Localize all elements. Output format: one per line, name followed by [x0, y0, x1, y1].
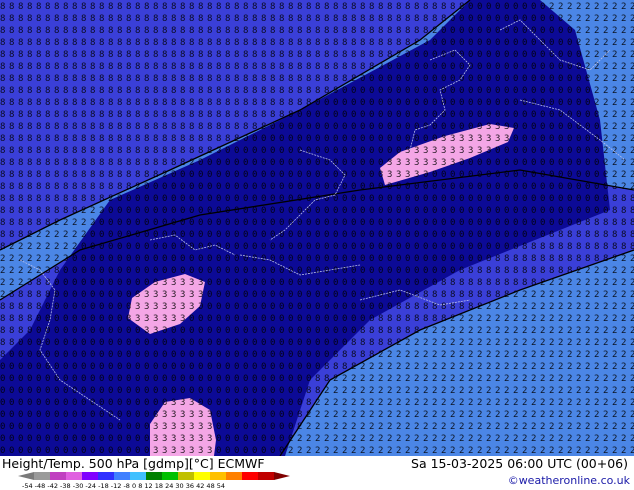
legend-tick-labels: -54 -48 -42 -38 -30 -24 -18 -12 -8 0 8 1… [22, 482, 226, 490]
map-title: Height/Temp. 500 hPa [gdmp][°C] ECMWF [2, 456, 265, 471]
legend-swatch [242, 472, 259, 480]
legend-arrow-low [18, 472, 34, 480]
color-scale-legend [18, 472, 290, 480]
legend-swatch [98, 472, 115, 480]
legend-arrow-high [274, 472, 290, 480]
legend-swatch [258, 472, 275, 480]
legend-swatch [178, 472, 195, 480]
valid-time: Sa 15-03-2025 06:00 UTC (00+06) [411, 456, 628, 471]
legend-swatch [210, 472, 227, 480]
weather-map-panel: 2 8 0 3 [0, 0, 634, 490]
legend-swatch [34, 472, 51, 480]
legend-swatch [114, 472, 131, 480]
legend-swatch [194, 472, 211, 480]
legend-swatch [146, 472, 163, 480]
legend-swatch [50, 472, 67, 480]
legend-swatch [162, 472, 179, 480]
weather-map: 2 8 0 3 [0, 0, 634, 456]
legend-swatch [66, 472, 83, 480]
legend-swatch [130, 472, 147, 480]
credit-link[interactable]: ©weatheronline.co.uk [508, 474, 630, 487]
legend-swatch [226, 472, 243, 480]
legend-swatch [82, 472, 99, 480]
